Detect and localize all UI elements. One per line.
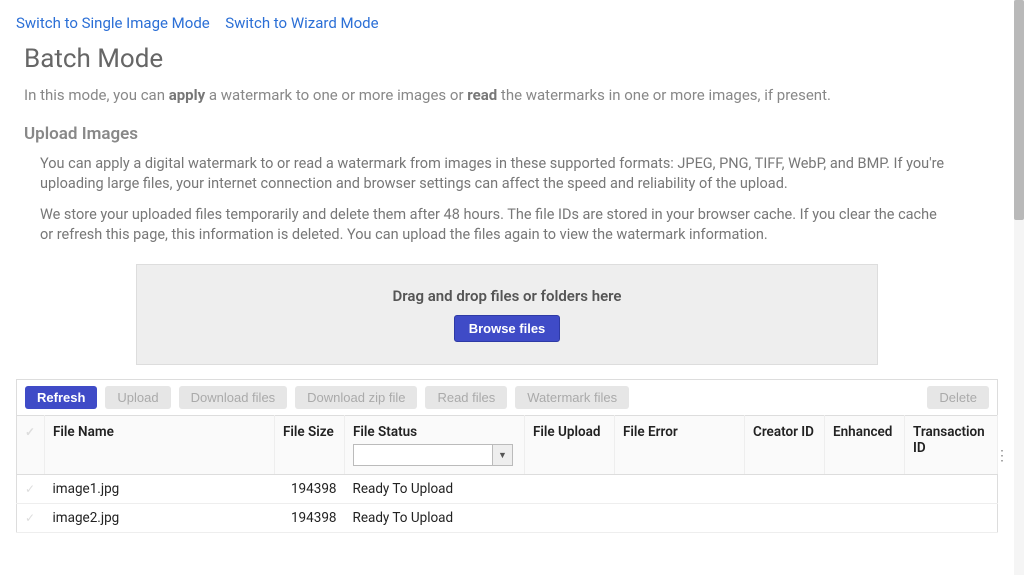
- read-files-button[interactable]: Read files: [425, 386, 507, 409]
- table-row[interactable]: ✓ image2.jpg194398Ready To Upload: [17, 504, 998, 533]
- intro-pre: In this mode, you can: [24, 86, 169, 104]
- cell-file-status: Ready To Upload: [345, 475, 525, 504]
- page-title: Batch Mode: [16, 42, 998, 82]
- browse-files-button[interactable]: Browse files: [454, 315, 561, 342]
- file-status-filter[interactable]: ▼: [353, 444, 513, 466]
- cell-file-error: [615, 475, 745, 504]
- upload-button[interactable]: Upload: [105, 386, 170, 409]
- refresh-button[interactable]: Refresh: [25, 386, 97, 409]
- upload-heading: Upload Images: [16, 116, 998, 150]
- cell-file-error: [615, 504, 745, 533]
- intro-apply: apply: [169, 86, 205, 104]
- col-file-name[interactable]: File Name: [45, 416, 275, 475]
- select-all-header[interactable]: ✓: [17, 416, 45, 475]
- table-toolbar: Refresh Upload Download files Download z…: [16, 379, 998, 415]
- col-file-upload[interactable]: File Upload: [525, 416, 615, 475]
- cell-creator-id: [745, 475, 825, 504]
- check-icon: ✓: [25, 511, 35, 525]
- row-checkbox[interactable]: ✓: [17, 504, 45, 533]
- intro-mid: a watermark to one or more images or: [205, 86, 467, 104]
- table-row[interactable]: ✓ image1.jpg194398Ready To Upload: [17, 475, 998, 504]
- column-menu-icon[interactable]: ⋮: [995, 448, 1009, 464]
- cell-enhanced: [825, 504, 905, 533]
- files-table: ✓ File Name File Size File Status ▼ File…: [16, 415, 998, 533]
- dropzone-label: Drag and drop files or folders here: [147, 287, 867, 315]
- switch-wizard-mode-link[interactable]: Switch to Wizard Mode: [225, 14, 378, 32]
- cell-transaction-id: [905, 504, 998, 533]
- download-files-button[interactable]: Download files: [179, 386, 288, 409]
- intro-text: In this mode, you can apply a watermark …: [16, 82, 998, 116]
- row-checkbox[interactable]: ✓: [17, 475, 45, 504]
- upload-desc-1: You can apply a digital watermark to or …: [40, 154, 950, 205]
- cell-file-name: image2.jpg: [45, 504, 275, 533]
- intro-post: the watermarks in one or more images, if…: [497, 86, 831, 104]
- page-scrollbar[interactable]: [1014, 0, 1024, 575]
- intro-read: read: [467, 86, 497, 104]
- cell-file-name: image1.jpg: [45, 475, 275, 504]
- check-icon: ✓: [25, 425, 35, 439]
- delete-button[interactable]: Delete: [927, 386, 989, 409]
- col-creator-id[interactable]: Creator ID: [745, 416, 825, 475]
- cell-file-upload: [525, 475, 615, 504]
- cell-file-status: Ready To Upload: [345, 504, 525, 533]
- dropzone[interactable]: Drag and drop files or folders here Brow…: [136, 264, 878, 365]
- col-file-status-label: File Status: [353, 424, 417, 440]
- cell-enhanced: [825, 475, 905, 504]
- download-zip-button[interactable]: Download zip file: [295, 386, 417, 409]
- col-transaction-id[interactable]: Transaction ID: [905, 416, 998, 475]
- col-file-size[interactable]: File Size: [275, 416, 345, 475]
- cell-transaction-id: [905, 475, 998, 504]
- cell-file-size: 194398: [275, 475, 345, 504]
- col-enhanced[interactable]: Enhanced: [825, 416, 905, 475]
- col-file-status[interactable]: File Status ▼: [345, 416, 525, 475]
- check-icon: ✓: [25, 482, 35, 496]
- chevron-down-icon[interactable]: ▼: [492, 445, 512, 465]
- col-file-error[interactable]: File Error: [615, 416, 745, 475]
- watermark-files-button[interactable]: Watermark files: [515, 386, 629, 409]
- cell-file-upload: [525, 504, 615, 533]
- switch-single-mode-link[interactable]: Switch to Single Image Mode: [16, 14, 210, 32]
- cell-creator-id: [745, 504, 825, 533]
- scrollbar-thumb[interactable]: [1014, 0, 1024, 220]
- upload-desc-2: We store your uploaded files temporarily…: [40, 205, 950, 256]
- cell-file-size: 194398: [275, 504, 345, 533]
